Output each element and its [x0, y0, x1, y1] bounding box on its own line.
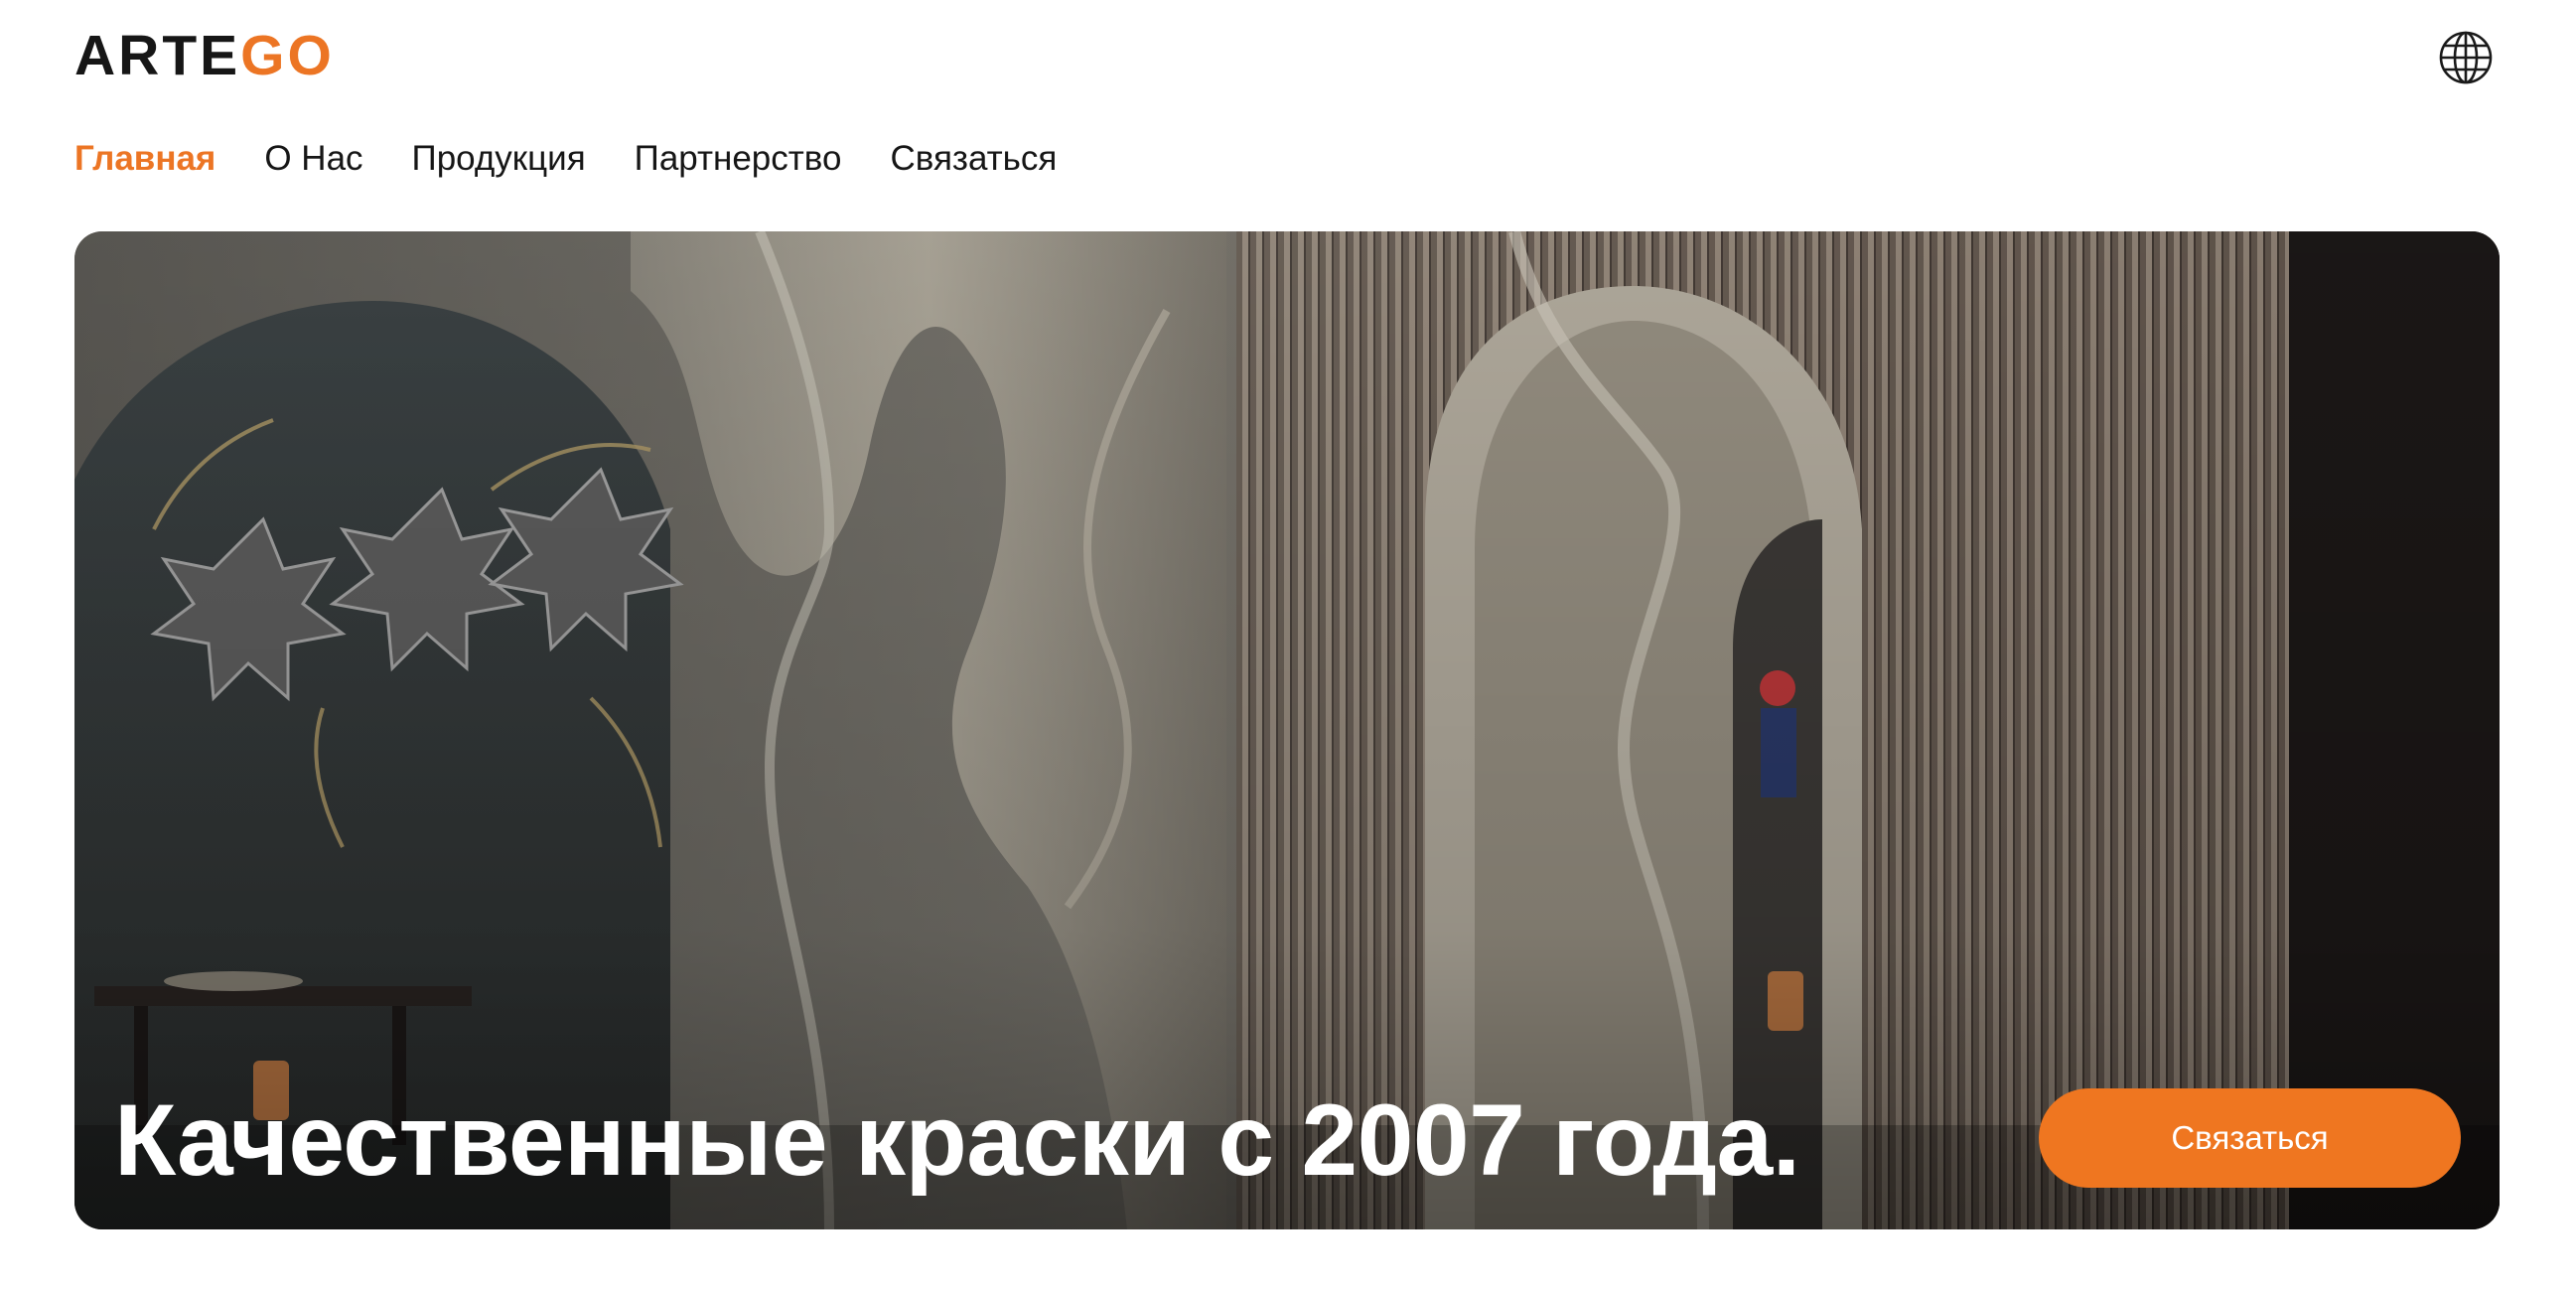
nav-item-partnership[interactable]: Партнерство — [635, 137, 842, 181]
logo-text-dark: ARTE — [74, 24, 241, 87]
contact-button[interactable]: Связаться — [2039, 1088, 2461, 1188]
nav-item-about[interactable]: О Нас — [264, 137, 362, 181]
nav-item-products[interactable]: Продукция — [412, 137, 586, 181]
globe-icon — [2439, 31, 2493, 84]
nav-item-contact[interactable]: Связаться — [890, 137, 1057, 181]
main-nav: Главная О Нас Продукция Партнерство Связ… — [74, 137, 1057, 181]
language-button[interactable] — [2438, 30, 2494, 85]
logo-text-accent: GO — [240, 24, 335, 87]
hero-title: Качественные краски с 2007 года. — [114, 1083, 1800, 1197]
hero-banner: Качественные краски с 2007 года. Связать… — [74, 231, 2500, 1229]
logo[interactable]: ARTEGO — [74, 28, 335, 84]
nav-item-home[interactable]: Главная — [74, 137, 215, 181]
